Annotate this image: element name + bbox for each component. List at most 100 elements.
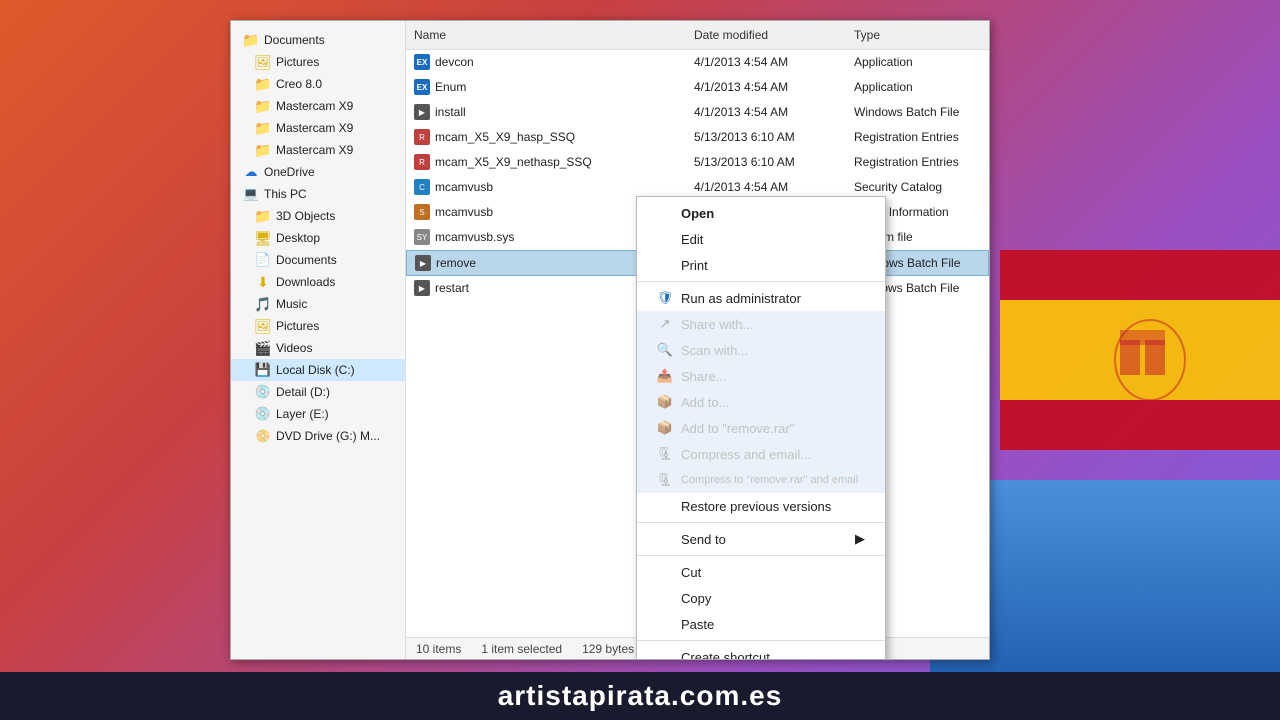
file-header: Name Date modified Type Size <box>406 21 989 50</box>
sidebar-item-detaild[interactable]: 💿 Detail (D:) <box>231 381 405 403</box>
compress-icon: 🗜 <box>657 446 673 462</box>
sidebar-label: Local Disk (C:) <box>276 363 355 377</box>
file-name-cell: ▶ install <box>406 102 686 122</box>
sidebar-item-music[interactable]: 🎵 Music <box>231 293 405 315</box>
file-type-cell: Security Catalog <box>846 178 989 196</box>
table-row[interactable]: R mcam_X5_X9_nethasp_SSQ 5/13/2013 6:10 … <box>406 150 989 175</box>
folder-icon: 📁 <box>255 208 271 224</box>
file-size-status: 129 bytes <box>582 642 634 656</box>
ctx-share[interactable]: ↗ Share with... <box>637 311 885 337</box>
file-date-cell: 5/13/2013 6:10 AM <box>686 128 846 146</box>
ctx-open[interactable]: Open <box>637 200 885 226</box>
file-type-cell: Registration Entries <box>846 128 989 146</box>
documents-icon: 📄 <box>255 252 271 268</box>
archive2-icon: 📦 <box>657 420 673 436</box>
scan-icon: 🔍 <box>657 342 673 358</box>
ctx-compressrar[interactable]: 🗜 Compress to "remove.rar" and email <box>637 467 885 493</box>
file-name-cell: R mcam_X5_X9_hasp_SSQ <box>406 127 686 147</box>
share2-icon: 📤 <box>657 368 673 384</box>
file-name-cell: EX Enum <box>406 77 686 97</box>
ctx-runas[interactable]: 🛡 Run as administrator <box>637 285 885 311</box>
dvd-icon: 📀 <box>255 428 271 444</box>
sidebar-item-pictures2[interactable]: 🖼 Pictures <box>231 315 405 337</box>
sidebar-item-mastercam2[interactable]: 📁 Mastercam X9 <box>231 117 405 139</box>
sidebar-label: This PC <box>264 187 307 201</box>
sidebar-item-3dobjects[interactable]: 📁 3D Objects <box>231 205 405 227</box>
sidebar-label: Music <box>276 297 307 311</box>
ctx-copy[interactable]: Copy <box>637 585 885 611</box>
sidebar-item-onedrive[interactable]: ☁ OneDrive <box>231 161 405 183</box>
folder-icon: 🖥 <box>255 230 271 246</box>
bat-icon: ▶ <box>414 104 430 120</box>
watermark: artistapirata.com.es <box>0 672 1280 720</box>
shortcut-icon <box>657 649 673 659</box>
submenu-arrow: ▶ <box>855 531 865 547</box>
ctx-createshortcut[interactable]: Create shortcut <box>637 644 885 659</box>
print-icon <box>657 257 673 273</box>
sidebar-label: Documents <box>264 33 325 47</box>
sidebar-label: Desktop <box>276 231 320 245</box>
col-name[interactable]: Name <box>406 25 686 45</box>
ctx-restore[interactable]: Restore previous versions <box>637 493 885 519</box>
col-type[interactable]: Type <box>846 25 989 45</box>
sidebar-label: Mastercam X9 <box>276 99 353 113</box>
sidebar-item-creo[interactable]: 📁 Creo 8.0 <box>231 73 405 95</box>
ctx-separator-2 <box>637 522 885 523</box>
folder-icon: 📁 <box>255 120 271 136</box>
file-type-cell: Registration Entries <box>846 153 989 171</box>
table-row[interactable]: EX devcon 4/1/2013 4:54 AM Application 7… <box>406 50 989 75</box>
folder-icon: 🖼 <box>255 54 271 70</box>
copy-icon <box>657 590 673 606</box>
sidebar-label: Mastercam X9 <box>276 121 353 135</box>
col-date[interactable]: Date modified <box>686 25 846 45</box>
table-row[interactable]: R mcam_X5_X9_hasp_SSQ 5/13/2013 6:10 AM … <box>406 125 989 150</box>
ctx-share2[interactable]: 📤 Share... <box>637 363 885 389</box>
sidebar-item-videos[interactable]: 🎬 Videos <box>231 337 405 359</box>
computer-icon: 💻 <box>243 186 259 202</box>
sidebar-item-downloads[interactable]: ⬇ Downloads <box>231 271 405 293</box>
sidebar-item-documents[interactable]: 📄 Documents <box>231 249 405 271</box>
sidebar-item-mastercam3[interactable]: 📁 Mastercam X9 <box>231 139 405 161</box>
sidebar-label: Detail (D:) <box>276 385 330 399</box>
ctx-edit[interactable]: Edit <box>637 226 885 252</box>
file-date-cell: 4/1/2013 4:54 AM <box>686 78 846 96</box>
exe-icon: EX <box>414 79 430 95</box>
sidebar-item-desktop[interactable]: 🖥 Desktop <box>231 227 405 249</box>
ctx-addtorar[interactable]: 📦 Add to "remove.rar" <box>637 415 885 441</box>
bat-icon: ▶ <box>415 255 431 271</box>
table-row[interactable]: EX Enum 4/1/2013 4:54 AM Application 54 … <box>406 75 989 100</box>
sidebar-item-localc[interactable]: 💾 Local Disk (C:) <box>231 359 405 381</box>
ctx-addto[interactable]: 📦 Add to... <box>637 389 885 415</box>
sidebar-item-pictures[interactable]: 🖼 Pictures <box>231 51 405 73</box>
folder-icon: 📁 <box>255 98 271 114</box>
sendto-icon <box>657 531 673 547</box>
sys-icon: SY <box>414 229 430 245</box>
folder-icon: 📁 <box>255 142 271 158</box>
setup-icon: S <box>414 204 430 220</box>
ctx-sendto[interactable]: Send to ▶ <box>637 526 885 552</box>
table-row[interactable]: ▶ install 4/1/2013 4:54 AM Windows Batch… <box>406 100 989 125</box>
sidebar-item-dvd[interactable]: 📀 DVD Drive (G:) M... <box>231 425 405 447</box>
sidebar-item-thispc[interactable]: 💻 This PC <box>231 183 405 205</box>
shield-icon: 🛡 <box>657 290 673 306</box>
sidebar-label: Pictures <box>276 55 319 69</box>
sidebar-item-mastercam1[interactable]: 📁 Mastercam X9 <box>231 95 405 117</box>
sidebar-label: Downloads <box>276 275 335 289</box>
reg-icon: R <box>414 129 430 145</box>
folder-icon: 🎬 <box>255 340 271 356</box>
cut-icon <box>657 564 673 580</box>
ctx-paste[interactable]: Paste <box>637 611 885 637</box>
sidebar-item-layere[interactable]: 💿 Layer (E:) <box>231 403 405 425</box>
share-icon: ↗ <box>657 316 673 332</box>
ctx-cut[interactable]: Cut <box>637 559 885 585</box>
ctx-print[interactable]: Print <box>637 252 885 278</box>
ctx-compress[interactable]: 🗜 Compress and email... <box>637 441 885 467</box>
folder-icon: 📁 <box>243 32 259 48</box>
open-icon <box>657 205 673 221</box>
sidebar-item-documents-top[interactable]: 📁 Documents <box>231 29 405 51</box>
file-date-cell: 5/13/2013 6:10 AM <box>686 153 846 171</box>
ctx-scan[interactable]: 🔍 Scan with... <box>637 337 885 363</box>
spain-flag <box>1000 250 1280 450</box>
file-name-cell: EX devcon <box>406 52 686 72</box>
file-type-cell: Application <box>846 53 989 71</box>
